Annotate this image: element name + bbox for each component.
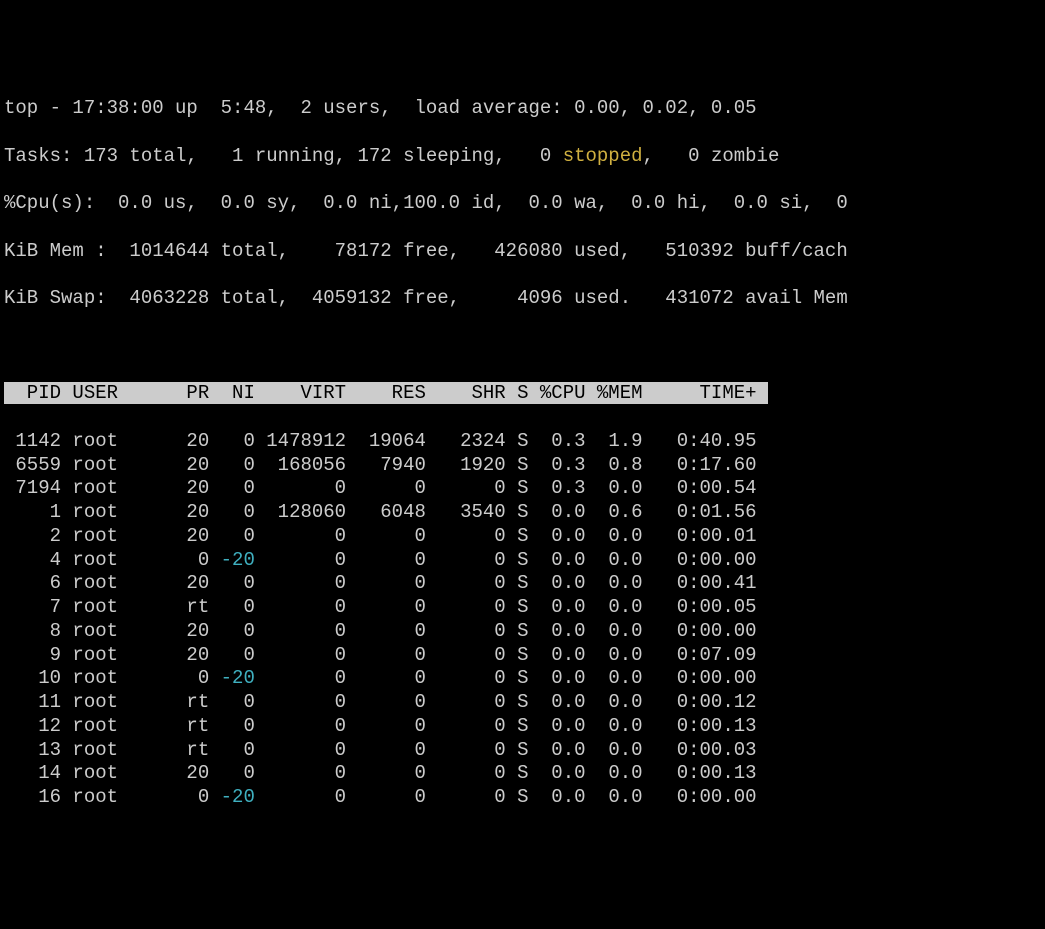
process-cells-post: 0 0 0 S 0.0 0.0 0:00.00 [255,549,757,571]
process-row[interactable]: 7 root rt 0 0 0 0 S 0.0 0.0 0:00.05 [4,596,1041,620]
process-row[interactable]: 6559 root 20 0 168056 7940 1920 S 0.3 0.… [4,454,1041,478]
process-row[interactable]: 8 root 20 0 0 0 0 S 0.0 0.0 0:00.00 [4,620,1041,644]
process-cells-post: 0 0 0 S 0.0 0.0 0:00.00 [255,620,757,642]
process-cells-post: 0 0 0 S 0.0 0.0 0:00.12 [255,691,757,713]
top-summary-line1: top - 17:38:00 up 5:48, 2 users, load av… [4,97,1041,121]
process-cells-pre: 8 root 20 [4,620,221,642]
top-summary-line3: %Cpu(s): 0.0 us, 0.0 sy, 0.0 ni,100.0 id… [4,192,1041,216]
process-table[interactable]: 1142 root 20 0 1478912 19064 2324 S 0.3 … [4,430,1041,810]
process-cells-pre: 10 root 0 [4,667,221,689]
process-row[interactable]: 16 root 0 -20 0 0 0 S 0.0 0.0 0:00.00 [4,786,1041,810]
process-row[interactable]: 4 root 0 -20 0 0 0 S 0.0 0.0 0:00.00 [4,549,1041,573]
process-nice-value: 0 [221,454,255,476]
process-row[interactable]: 7194 root 20 0 0 0 0 S 0.3 0.0 0:00.54 [4,477,1041,501]
process-cells-pre: 12 root rt [4,715,221,737]
process-nice-value: 0 [221,762,255,784]
process-cells-post: 168056 7940 1920 S 0.3 0.8 0:17.60 [255,454,757,476]
process-cells-post: 0 0 0 S 0.0 0.0 0:00.00 [255,786,757,808]
process-row[interactable]: 2 root 20 0 0 0 0 S 0.0 0.0 0:00.01 [4,525,1041,549]
process-cells-pre: 14 root 20 [4,762,221,784]
process-cells-post: 0 0 0 S 0.3 0.0 0:00.54 [255,477,757,499]
process-cells-pre: 9 root 20 [4,644,221,666]
process-row[interactable]: 13 root rt 0 0 0 0 S 0.0 0.0 0:00.03 [4,739,1041,763]
process-cells-pre: 1142 root 20 [4,430,221,452]
process-table-header[interactable]: PID USER PR NI VIRT RES SHR S %CPU %MEM … [4,382,768,404]
process-nice-value: 0 [221,596,255,618]
process-nice-value: 0 [221,620,255,642]
process-nice-value: 0 [221,525,255,547]
process-nice-value: 0 [221,430,255,452]
tasks-suffix: , 0 zombie [643,145,780,167]
process-cells-pre: 11 root rt [4,691,221,713]
process-cells-post: 0 0 0 S 0.0 0.0 0:07.09 [255,644,757,666]
process-cells-pre: 7194 root 20 [4,477,221,499]
process-cells-post: 0 0 0 S 0.0 0.0 0:00.13 [255,715,757,737]
process-nice-value: -20 [221,549,255,571]
process-row[interactable]: 12 root rt 0 0 0 0 S 0.0 0.0 0:00.13 [4,715,1041,739]
top-summary-line2: Tasks: 173 total, 1 running, 172 sleepin… [4,145,1041,169]
process-row[interactable]: 6 root 20 0 0 0 0 S 0.0 0.0 0:00.41 [4,572,1041,596]
process-nice-value: 0 [221,644,255,666]
process-cells-post: 1478912 19064 2324 S 0.3 1.9 0:40.95 [255,430,757,452]
process-cells-pre: 4 root 0 [4,549,221,571]
process-row[interactable]: 9 root 20 0 0 0 0 S 0.0 0.0 0:07.09 [4,644,1041,668]
process-cells-pre: 7 root rt [4,596,221,618]
blank-line [4,335,1041,359]
process-row[interactable]: 10 root 0 -20 0 0 0 S 0.0 0.0 0:00.00 [4,667,1041,691]
process-cells-post: 128060 6048 3540 S 0.0 0.6 0:01.56 [255,501,757,523]
process-cells-post: 0 0 0 S 0.0 0.0 0:00.01 [255,525,757,547]
top-summary-line4: KiB Mem : 1014644 total, 78172 free, 426… [4,240,1041,264]
process-cells-pre: 2 root 20 [4,525,221,547]
process-nice-value: 0 [221,715,255,737]
process-cells-pre: 16 root 0 [4,786,221,808]
tasks-prefix: Tasks: 173 total, 1 running, 172 sleepin… [4,145,563,167]
process-cells-post: 0 0 0 S 0.0 0.0 0:00.00 [255,667,757,689]
process-cells-pre: 13 root rt [4,739,221,761]
process-row[interactable]: 14 root 20 0 0 0 0 S 0.0 0.0 0:00.13 [4,762,1041,786]
tasks-stopped: stopped [563,145,643,167]
process-cells-pre: 6559 root 20 [4,454,221,476]
process-row[interactable]: 1 root 20 0 128060 6048 3540 S 0.0 0.6 0… [4,501,1041,525]
process-row[interactable]: 11 root rt 0 0 0 0 S 0.0 0.0 0:00.12 [4,691,1041,715]
process-cells-post: 0 0 0 S 0.0 0.0 0:00.13 [255,762,757,784]
process-nice-value: 0 [221,501,255,523]
top-summary-line5: KiB Swap: 4063228 total, 4059132 free, 4… [4,287,1041,311]
process-nice-value: 0 [221,477,255,499]
process-cells-post: 0 0 0 S 0.0 0.0 0:00.03 [255,739,757,761]
process-nice-value: 0 [221,691,255,713]
process-nice-value: -20 [221,786,255,808]
process-nice-value: -20 [221,667,255,689]
process-row[interactable]: 1142 root 20 0 1478912 19064 2324 S 0.3 … [4,430,1041,454]
process-cells-pre: 1 root 20 [4,501,221,523]
process-cells-post: 0 0 0 S 0.0 0.0 0:00.05 [255,596,757,618]
process-nice-value: 0 [221,739,255,761]
